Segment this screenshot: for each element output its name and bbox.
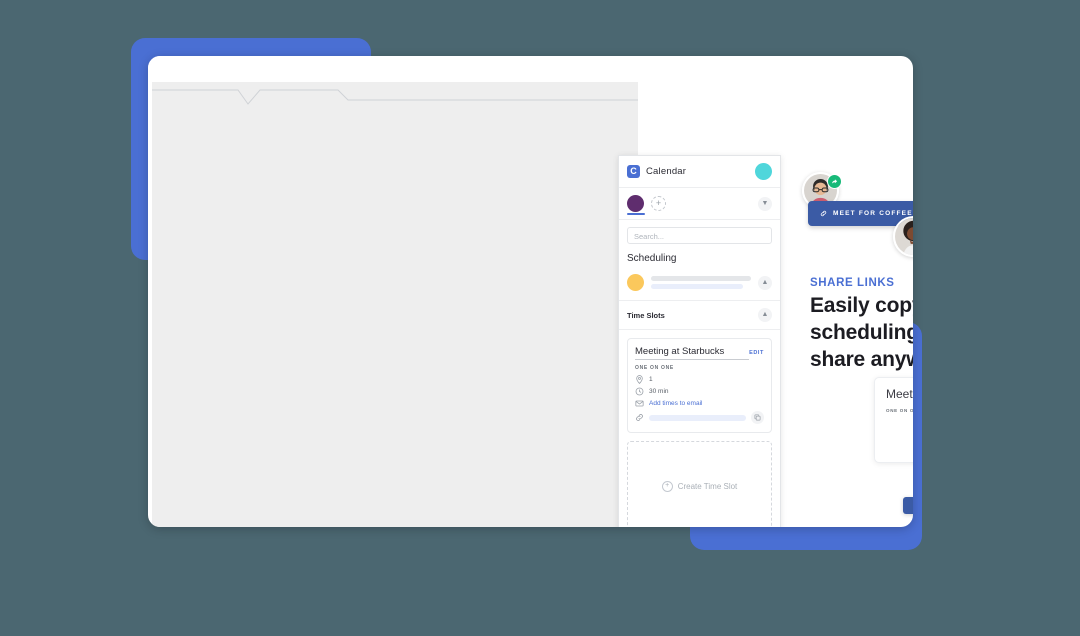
promo-section: MEET FOR COFFEE SHARE LINKS Easily copy … xyxy=(793,56,913,527)
account-avatar-active[interactable] xyxy=(627,195,644,212)
promo-eyebrow: SHARE LINKS xyxy=(810,277,895,289)
time-slot-email-row[interactable]: Add times to email xyxy=(635,399,764,408)
location-pin-icon xyxy=(912,502,913,510)
time-slot-duration-row: 30 min xyxy=(635,387,764,396)
calendar-side-panel: C Calendar + ▼ Search... Scheduling ▲ Ti… xyxy=(618,155,781,527)
time-slot-location-value: 1 xyxy=(649,376,653,383)
time-slot-link-row xyxy=(635,411,764,424)
create-time-slot-button[interactable]: + Create Time Slot xyxy=(627,441,772,527)
edit-time-slot-button[interactable]: EDIT xyxy=(749,350,764,356)
scheduling-item-row[interactable]: ▲ xyxy=(619,270,780,301)
account-switcher-row: + ▼ xyxy=(619,188,780,220)
add-account-button[interactable]: + xyxy=(651,196,666,211)
copy-link-button[interactable] xyxy=(751,411,764,424)
browser-window-card: C Calendar + ▼ Search... Scheduling ▲ Ti… xyxy=(148,56,913,527)
scheduling-placeholder-lines xyxy=(651,276,751,289)
meet-for-coffee-card: Meet for Coffee ONE ON ONE 30 MIN 1 HR xyxy=(874,377,913,514)
create-time-slot-label: Create Time Slot xyxy=(677,481,738,491)
envelope-icon xyxy=(635,399,644,408)
calendar-logo-icon: C xyxy=(627,165,640,178)
browser-chrome-bar xyxy=(148,56,638,82)
scheduling-avatar xyxy=(627,274,644,291)
coffee-card-title: Meet for Coffee xyxy=(886,387,913,401)
time-slot-location-row: 1 xyxy=(635,375,764,384)
chevron-up-icon[interactable]: ▲ xyxy=(758,308,772,322)
share-badge-icon xyxy=(827,174,842,189)
time-slots-label: Time Slots xyxy=(627,310,665,320)
add-times-to-email-link[interactable]: Add times to email xyxy=(649,400,702,407)
time-slot-duration-value: 30 min xyxy=(649,388,669,395)
time-slot-title: Meeting at Starbucks xyxy=(635,346,750,360)
time-slot-type-label: ONE ON ONE xyxy=(635,365,674,371)
link-icon xyxy=(635,413,644,422)
user-avatar[interactable] xyxy=(755,163,772,180)
time-slot-card-header: Meeting at Starbucks EDIT xyxy=(635,346,764,360)
clock-icon xyxy=(635,387,644,396)
account-active-indicator xyxy=(627,213,645,215)
browser-tab-outline xyxy=(152,89,638,105)
share-link-placeholder xyxy=(649,414,746,421)
location-chip[interactable]: PUBLIK COFFEE ROASTERS xyxy=(903,497,913,514)
meet-for-coffee-label: MEET FOR COFFEE xyxy=(833,210,913,217)
search-container: Search... xyxy=(619,220,780,251)
promo-headline: Easily copy your scheduling links and sh… xyxy=(810,294,913,371)
chevron-down-icon[interactable]: ▼ xyxy=(758,196,772,211)
search-input[interactable]: Search... xyxy=(627,227,772,244)
plus-icon: + xyxy=(661,480,673,492)
coffee-card-type-label: ONE ON ONE xyxy=(886,408,913,413)
calendar-wordmark: Calendar xyxy=(646,166,687,177)
browser-viewport xyxy=(152,82,638,527)
scheduling-heading: Scheduling xyxy=(627,253,677,264)
screenshot-stage: C Calendar + ▼ Search... Scheduling ▲ Ti… xyxy=(0,0,1080,636)
placeholder-bar xyxy=(651,284,743,289)
browser-app-area xyxy=(148,56,638,527)
panel-header: C Calendar xyxy=(619,156,780,188)
location-pin-icon xyxy=(635,375,644,384)
chevron-up-icon[interactable]: ▲ xyxy=(758,275,772,290)
link-icon xyxy=(820,210,827,217)
time-slots-header[interactable]: Time Slots ▲ xyxy=(619,301,780,330)
time-slot-card: Meeting at Starbucks EDIT ONE ON ONE 1 3… xyxy=(627,338,772,433)
placeholder-bar xyxy=(651,276,751,281)
